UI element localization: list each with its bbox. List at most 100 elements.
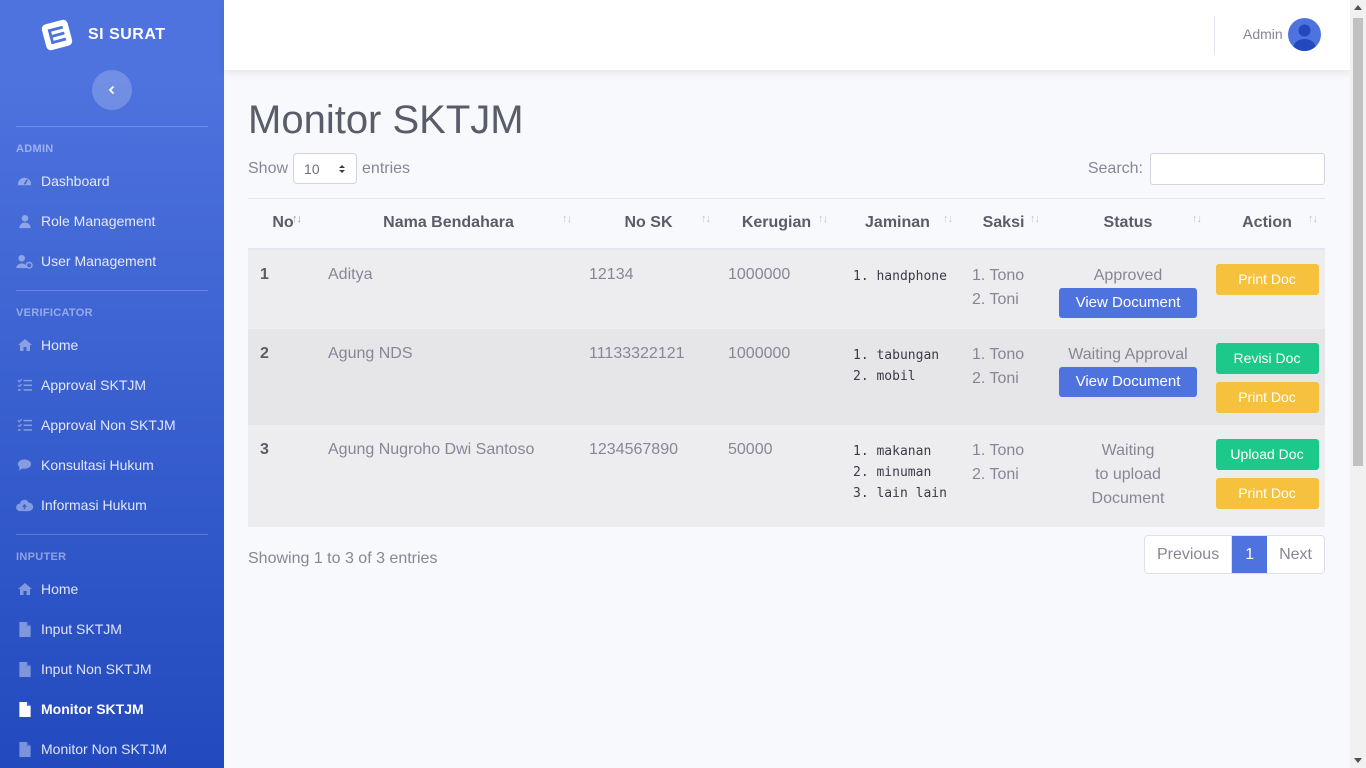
print-doc-button[interactable]: Print Doc <box>1215 263 1319 295</box>
revisi-doc-button[interactable]: Revisi Doc <box>1215 342 1319 374</box>
page-length-select[interactable]: 10 <box>293 153 358 184</box>
sidebar-divider <box>16 534 208 535</box>
upload-doc-button[interactable]: Upload Doc <box>1215 438 1319 470</box>
column-header-saksi[interactable]: Saksi ↑↓ <box>960 198 1047 250</box>
table-row: 3 Agung Nugroho Dwi Santoso 1234567890 5000… <box>248 424 1325 527</box>
column-header-no[interactable]: No ↑↓ <box>248 198 318 250</box>
chevron-left-icon <box>108 85 115 95</box>
file-icon <box>16 701 33 718</box>
select-arrows-icon <box>339 164 346 173</box>
saksi-item: 1. Tono <box>972 266 1025 284</box>
list-check-icon <box>16 377 33 394</box>
cell-status: Approved View Document <box>1047 249 1209 329</box>
sort-icon: ↑↓ <box>1308 213 1318 225</box>
file-icon <box>16 741 33 758</box>
sort-icon: ↑↓ <box>1192 213 1202 225</box>
sidebar-item-approval-non-sktjm[interactable]: Approval Non SKTJM <box>0 405 224 445</box>
page-scrollbar[interactable] <box>1350 0 1366 768</box>
envelope-logo-icon <box>41 19 73 51</box>
cell-nama-bendahara: Agung Nugroho Dwi Santoso <box>328 440 535 458</box>
cell-no: 3 <box>260 440 269 458</box>
sidebar-item-label: Input Non SKTJM <box>41 661 152 677</box>
sidebar-item-label: Role Management <box>41 213 156 229</box>
sidebar-item-informasi-hukum[interactable]: Informasi Hukum <box>0 485 224 525</box>
sidebar-item-input-non-sktjm[interactable]: Input Non SKTJM <box>0 649 224 689</box>
table-row: 2 Agung NDS 11133322121 1000000 1. tabungan 2… <box>248 328 1325 425</box>
scroll-thumb[interactable] <box>1353 18 1363 466</box>
cell-status: Waiting Approval View Document <box>1047 329 1209 425</box>
scroll-down-arrow-icon[interactable] <box>1354 758 1362 763</box>
sidebar-item-konsultasi-hukum[interactable]: Konsultasi Hukum <box>0 445 224 485</box>
cell-jaminan: 1. makanan 2. minuman 3. lain lain <box>835 425 960 527</box>
status-text: Waiting Approval <box>1068 345 1188 363</box>
view-document-button[interactable]: View Document <box>1059 287 1197 318</box>
page-title: Monitor SKTJM <box>248 98 524 142</box>
search-label: Search: <box>1087 160 1143 177</box>
scroll-up-arrow-icon[interactable] <box>1354 5 1362 10</box>
print-doc-button[interactable]: Print Doc <box>1215 381 1319 413</box>
sidebar-item-home[interactable]: Home <box>0 325 224 365</box>
saksi-item: 1. Tono <box>972 441 1025 459</box>
sidebar-divider <box>16 126 208 127</box>
sidebar-item-dashboard[interactable]: Dashboard <box>0 161 224 201</box>
column-header-no-sk[interactable]: No SK ↑↓ <box>579 198 718 250</box>
sidebar-item-label: Konsultasi Hukum <box>41 457 154 473</box>
cell-kerugian: 1000000 <box>728 344 791 362</box>
search-input[interactable] <box>1150 153 1325 185</box>
sort-icon: ↑↓ <box>562 213 572 225</box>
jaminan-item: 1. makanan <box>853 443 932 459</box>
next-page-button[interactable]: Next <box>1267 535 1324 573</box>
sidebar-item-label: Informasi Hukum <box>41 497 147 513</box>
home-icon <box>16 337 33 354</box>
page-1-button[interactable]: 1 <box>1232 535 1268 573</box>
jaminan-item: 1. tabungan <box>853 347 940 363</box>
brand[interactable]: SI SURAT <box>0 0 224 70</box>
page-length-value: 10 <box>304 160 320 177</box>
sidebar-heading-inputer: INPUTER <box>16 551 67 563</box>
sidebar-item-approval-sktjm[interactable]: Approval SKTJM <box>0 365 224 405</box>
column-header-label: No <box>272 214 294 232</box>
saksi-item: 2. Toni <box>972 290 1019 308</box>
saksi-item: 2. Toni <box>972 465 1019 483</box>
sidebar: SI SURAT ADMIN Dashboard Role Management Us… <box>0 0 224 768</box>
jaminan-item: 2. minuman <box>853 464 932 480</box>
cell-status: Waiting to upload Document <box>1047 425 1209 527</box>
table-controls: Show 10 entries Search: <box>248 148 1325 190</box>
column-header-kerugian[interactable]: Kerugian ↑↓ <box>718 198 835 250</box>
user-avatar-icon <box>1293 24 1316 51</box>
sidebar-item-label: Monitor Non SKTJM <box>41 741 168 757</box>
print-doc-button[interactable]: Print Doc <box>1215 477 1319 509</box>
sidebar-toggle-button[interactable] <box>92 70 132 110</box>
column-header-label: Saksi <box>982 214 1025 232</box>
cell-saksi: 1. Tono 2. Toni <box>960 249 1047 329</box>
saksi-item: 2. Toni <box>972 369 1019 387</box>
cell-nama-bendahara: Agung NDS <box>328 344 413 362</box>
sidebar-item-label: Approval SKTJM <box>41 377 147 393</box>
cell-no: 2 <box>260 344 269 362</box>
sidebar-item-monitor-sktjm[interactable]: Monitor SKTJM <box>0 689 224 729</box>
previous-page-button[interactable]: Previous <box>1144 535 1233 573</box>
column-header-jaminan[interactable]: Jaminan ↑↓ <box>835 198 960 250</box>
column-header-nama-bendahara[interactable]: Nama Bendahara ↑↓ <box>318 198 579 250</box>
column-header-label: Kerugian <box>741 214 812 232</box>
column-header-label: Action <box>1242 214 1292 232</box>
column-header-action[interactable]: Action ↑↓ <box>1209 198 1325 250</box>
sidebar-item-user-management[interactable]: User Management <box>0 241 224 281</box>
data-table: No ↑↓ Nama Bendahara ↑↓ No SK ↑↓ Kerugian ↑↓ Jam… <box>248 198 1325 527</box>
sidebar-item-home[interactable]: Home <box>0 569 224 609</box>
view-document-button[interactable]: View Document <box>1059 366 1197 397</box>
topbar: Admin <box>224 0 1350 70</box>
column-header-status[interactable]: Status ↑↓ <box>1047 198 1209 250</box>
user-cog-icon <box>16 253 33 270</box>
file-icon <box>16 621 33 638</box>
sidebar-item-monitor-non-sktjm[interactable]: Monitor Non SKTJM <box>0 729 224 768</box>
sidebar-item-input-sktjm[interactable]: Input SKTJM <box>0 609 224 649</box>
list-check-icon <box>16 417 33 434</box>
user-icon <box>16 213 33 230</box>
topbar-divider <box>1214 16 1215 54</box>
sidebar-item-role-management[interactable]: Role Management <box>0 201 224 241</box>
user-name[interactable]: Admin <box>1243 26 1283 42</box>
entries-label: entries <box>362 159 411 177</box>
table-info: Showing 1 to 3 of 3 entries <box>248 549 438 567</box>
avatar[interactable] <box>1288 18 1321 51</box>
